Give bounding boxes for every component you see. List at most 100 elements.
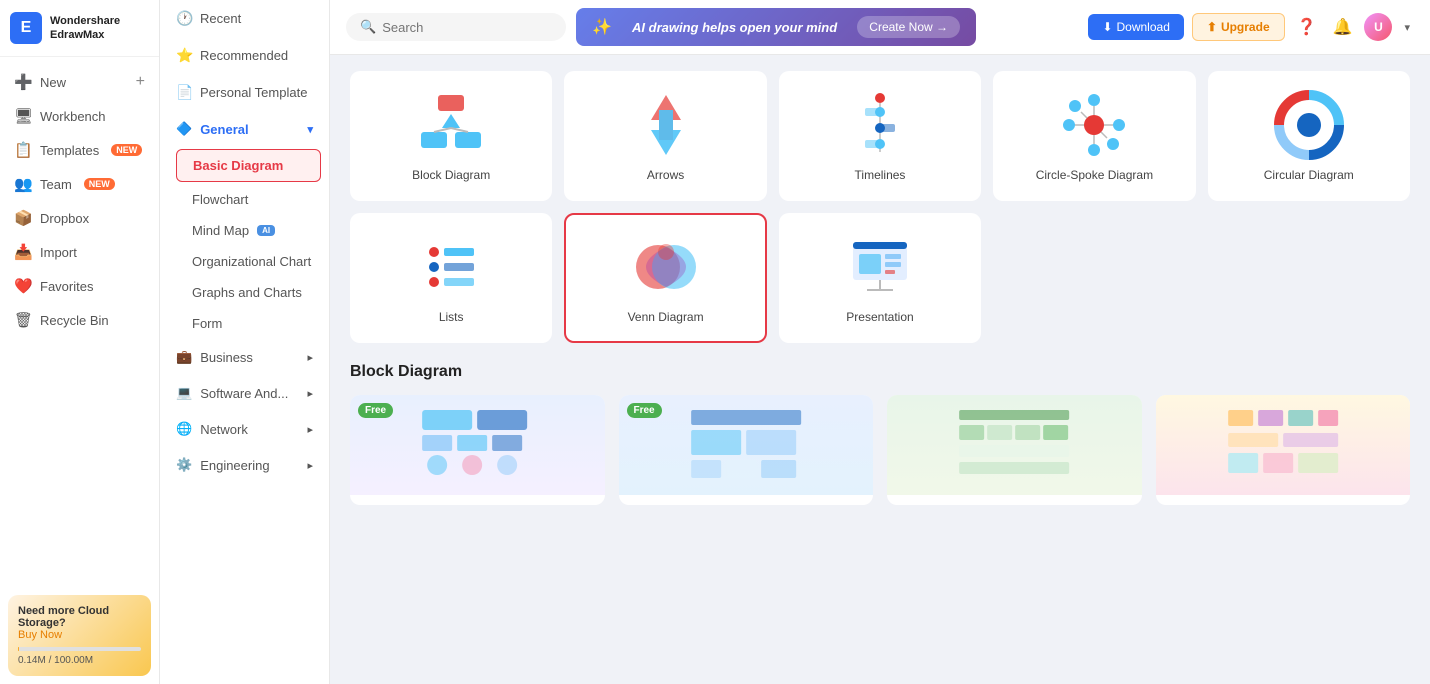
ai-banner: ✨ AI drawing helps open your mind Create…	[576, 8, 976, 46]
topbar: 🔍 ✨ AI drawing helps open your mind Crea…	[330, 0, 1430, 55]
help-icon[interactable]: ❓	[1293, 13, 1321, 41]
engineering-icon: ⚙️	[176, 457, 192, 473]
upgrade-button[interactable]: ⬆ Upgrade	[1192, 13, 1285, 41]
section-general-header[interactable]: 🔷 General ▾	[160, 111, 329, 147]
sub-item-mind-map[interactable]: Mind Map AI	[160, 215, 329, 246]
template-card-3[interactable]	[887, 395, 1142, 505]
template-card-img-4	[1156, 395, 1411, 495]
card-label: Circle-Spoke Diagram	[1036, 168, 1153, 182]
card-arrows[interactable]: Arrows	[564, 71, 766, 201]
card-circle-spoke[interactable]: Circle-Spoke Diagram	[993, 71, 1195, 201]
avatar[interactable]: U	[1364, 13, 1392, 41]
storage-title: Need more Cloud Storage?	[18, 605, 141, 629]
card-venn[interactable]: Venn Diagram	[564, 213, 766, 343]
card-label: Block Diagram	[412, 168, 490, 182]
dropbox-icon: 📦	[14, 209, 32, 227]
section-title: Block Diagram	[350, 363, 1410, 381]
chevron-down-icon[interactable]: ▾	[1400, 17, 1414, 38]
section-engineering-header[interactable]: ⚙️ Engineering ▸	[160, 447, 329, 483]
template-thumbnail-svg-2	[638, 405, 854, 485]
section-network-header[interactable]: 🌐 Network ▸	[160, 411, 329, 447]
sub-item-basic-diagram[interactable]: Basic Diagram	[176, 149, 321, 182]
app-logo: E Wondershare EdrawMax	[0, 0, 159, 57]
card-label: Lists	[439, 310, 464, 324]
sidebar-item-templates[interactable]: 📋 Templates NEW	[0, 133, 159, 167]
sub-item-form[interactable]: Form	[160, 308, 329, 339]
middle-recommended[interactable]: ⭐ Recommended	[160, 37, 329, 74]
favorites-icon: ❤️	[14, 277, 32, 295]
sidebar-item-import[interactable]: 📥 Import	[0, 235, 159, 269]
sidebar-item-label: Workbench	[40, 109, 106, 124]
card-label: Timelines	[855, 168, 906, 182]
middle-personal-template[interactable]: 📄 Personal Template	[160, 74, 329, 111]
card-presentation[interactable]: Presentation	[779, 213, 981, 343]
search-box[interactable]: 🔍	[346, 13, 566, 41]
template-card-4[interactable]	[1156, 395, 1411, 505]
card-block-diagram[interactable]: Block Diagram	[350, 71, 552, 201]
storage-buy-btn[interactable]: Buy Now	[18, 629, 141, 641]
sidebar-add-btn[interactable]: +	[136, 74, 145, 90]
card-label: Circular Diagram	[1264, 168, 1354, 182]
sidebar-item-label: Team	[40, 177, 72, 192]
section-business-header[interactable]: 💼 Business ▸	[160, 339, 329, 375]
circle-spoke-icon	[1059, 90, 1129, 160]
storage-bar-fill	[18, 647, 19, 651]
chevron-right-icon: ▸	[307, 387, 313, 400]
upgrade-icon: ⬆	[1207, 20, 1217, 34]
general-icon: 🔷	[176, 121, 192, 137]
card-timelines[interactable]: Timelines	[779, 71, 981, 201]
diagram-grid: Block Diagram Arrows	[350, 71, 1410, 343]
template-grid: Free Free	[350, 395, 1410, 505]
search-icon: 🔍	[360, 19, 376, 35]
sidebar-item-label: Favorites	[40, 279, 93, 294]
sidebar-item-label: Templates	[40, 143, 99, 158]
ai-banner-text: AI drawing helps open your mind	[632, 20, 837, 35]
main-content: 🔍 ✨ AI drawing helps open your mind Crea…	[330, 0, 1430, 684]
sub-item-flowchart[interactable]: Flowchart	[160, 184, 329, 215]
storage-bar-container	[18, 647, 141, 651]
venn-diagram-icon	[631, 232, 701, 302]
bell-icon[interactable]: 🔔	[1329, 13, 1357, 41]
download-icon: ⬇	[1102, 20, 1112, 34]
workbench-icon: 🖥	[14, 107, 32, 125]
search-input[interactable]	[382, 20, 552, 35]
topbar-actions: ⬇ Download ⬆ Upgrade ❓ 🔔 U ▾	[1088, 13, 1414, 41]
network-icon: 🌐	[176, 421, 192, 437]
card-circular[interactable]: Circular Diagram	[1208, 71, 1410, 201]
team-badge: NEW	[84, 178, 115, 190]
app-name: Wondershare EdrawMax	[50, 14, 120, 43]
card-label: Arrows	[647, 168, 684, 182]
sidebar-item-new[interactable]: ➕ New +	[0, 65, 159, 99]
sidebar-item-workbench[interactable]: 🖥 Workbench	[0, 99, 159, 133]
template-thumbnail-svg	[369, 405, 585, 485]
presentation-icon	[845, 232, 915, 302]
arrows-icon	[631, 90, 701, 160]
templates-badge: NEW	[111, 144, 142, 156]
ai-badge: AI	[257, 225, 275, 236]
template-card-img-3	[887, 395, 1142, 495]
sub-item-org-chart[interactable]: Organizational Chart	[160, 246, 329, 277]
card-lists[interactable]: Lists	[350, 213, 552, 343]
sub-item-graphs-charts[interactable]: Graphs and Charts	[160, 277, 329, 308]
logo-icon: E	[10, 12, 42, 44]
card-label: Venn Diagram	[628, 310, 704, 324]
sidebar-item-favorites[interactable]: ❤️ Favorites	[0, 269, 159, 303]
sidebar-item-dropbox[interactable]: 📦 Dropbox	[0, 201, 159, 235]
chevron-right-icon: ▸	[307, 423, 313, 436]
storage-text: 0.14M / 100.00M	[18, 655, 141, 666]
download-button[interactable]: ⬇ Download	[1088, 14, 1183, 40]
middle-panel: 🕐 Recent ⭐ Recommended 📄 Personal Templa…	[160, 0, 330, 684]
template-card-2[interactable]: Free	[619, 395, 874, 505]
sidebar-item-team[interactable]: 👥 Team NEW	[0, 167, 159, 201]
section-software-header[interactable]: 💻 Software And... ▸	[160, 375, 329, 411]
sidebar-nav: ➕ New + 🖥 Workbench 📋 Templates NEW 👥 Te…	[0, 57, 159, 587]
team-icon: 👥	[14, 175, 32, 193]
ai-create-now-button[interactable]: Create Now →	[857, 16, 960, 38]
sidebar-item-recycle[interactable]: 🗑 Recycle Bin	[0, 303, 159, 337]
middle-recent[interactable]: 🕐 Recent	[160, 0, 329, 37]
import-icon: 📥	[14, 243, 32, 261]
storage-box: Need more Cloud Storage? Buy Now 0.14M /…	[8, 595, 151, 676]
circular-diagram-icon	[1274, 90, 1344, 160]
sidebar-item-label: Dropbox	[40, 211, 89, 226]
template-card-1[interactable]: Free	[350, 395, 605, 505]
